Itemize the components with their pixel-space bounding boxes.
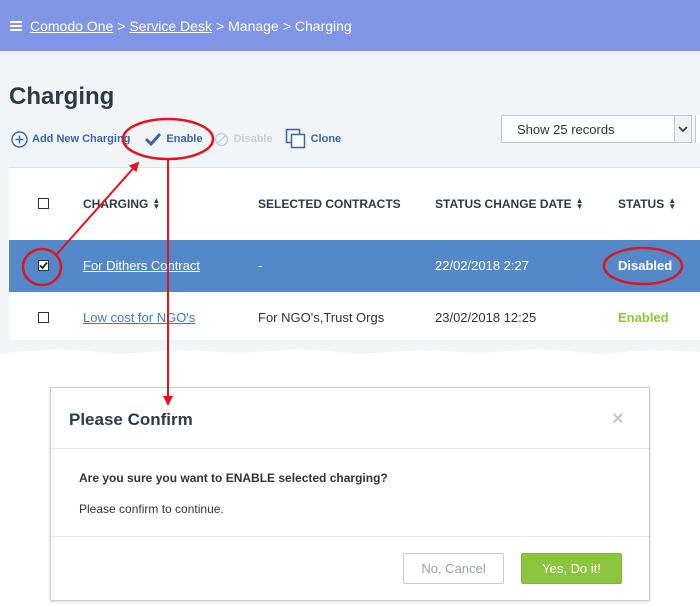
breadcrumb-separator: > (282, 17, 291, 34)
confirm-button[interactable]: Yes, Do it! (521, 553, 622, 584)
select-all-checkbox[interactable] (38, 198, 49, 209)
sort-icon: ▲ ▼ (152, 196, 161, 211)
status-badge: Enabled (618, 310, 669, 325)
breadcrumb-separator: > (117, 17, 126, 34)
status-badge: Disabled (618, 258, 673, 273)
row-checkbox[interactable] (38, 312, 49, 323)
charging-name-link[interactable]: For Dithers Contract (83, 258, 200, 273)
charging-name-link[interactable]: Low cost for NGO's (83, 310, 195, 325)
toolbar: Add New Charging Enable Disable Clone (11, 128, 353, 150)
clone-icon (285, 128, 305, 149)
dialog-header: Please Confirm × (51, 388, 649, 449)
selected-contracts-cell: For NGO's,Trust Orgs (258, 310, 385, 325)
records-select-value: Show 25 records (517, 121, 615, 137)
disable-label: Disable (233, 133, 273, 145)
sort-icon: ▲ ▼ (668, 196, 677, 211)
table-row[interactable]: For Dithers Contract - 22/02/2018 2:27 D… (9, 240, 700, 292)
dialog-footer: No, Cancel Yes, Do it! (51, 536, 649, 602)
check-icon (145, 132, 162, 146)
breadcrumb-manage: Manage (228, 17, 279, 34)
ban-icon (215, 132, 229, 146)
enable-label: Enable (166, 133, 203, 145)
add-new-charging-button[interactable]: Add New Charging (11, 130, 131, 148)
column-label: STATUS (618, 197, 665, 211)
clone-label: Clone (310, 133, 342, 145)
status-change-date-cell: 23/02/2018 12:25 (435, 310, 537, 325)
column-label: SELECTED CONTRACTS (258, 197, 401, 211)
page-content: Charging Add New Charging Enable Disable (0, 51, 700, 354)
dialog-body: Are you sure you want to ENABLE selected… (79, 471, 388, 516)
dialog-subtext: Please confirm to continue. (79, 502, 224, 516)
status-change-date-cell: 22/02/2018 2:27 (435, 258, 529, 273)
column-header-status[interactable]: STATUS ▲ ▼ (618, 196, 677, 212)
selected-contracts-cell: - (258, 258, 263, 273)
column-header-charging[interactable]: CHARGING ▲ ▼ (83, 196, 161, 212)
cancel-button[interactable]: No, Cancel (403, 553, 504, 584)
sort-icon: ▲ ▼ (575, 196, 584, 211)
plus-circle-icon (11, 130, 28, 148)
select-edge (695, 115, 700, 143)
dialog-question: Are you sure you want to ENABLE selected… (79, 471, 388, 485)
column-header-selected-contracts: SELECTED CONTRACTS (258, 197, 401, 211)
column-header-status-change-date[interactable]: STATUS CHANGE DATE ▲ ▼ (435, 196, 584, 212)
column-label: CHARGING (83, 197, 149, 211)
charging-table: CHARGING ▲ ▼ SELECTED CONTRACTS STATUS CH… (9, 167, 700, 354)
breadcrumb-service-desk[interactable]: Service Desk (129, 18, 211, 34)
confirm-dialog: Please Confirm × Are you sure you want t… (50, 387, 650, 601)
page-title: Charging (9, 83, 115, 110)
close-icon[interactable]: × (612, 408, 624, 431)
table-header: CHARGING ▲ ▼ SELECTED CONTRACTS STATUS CH… (9, 168, 700, 240)
menu-icon[interactable] (10, 19, 22, 33)
chevron-down-icon (674, 116, 691, 142)
row-checkbox[interactable] (38, 260, 49, 271)
disable-button[interactable]: Disable (214, 132, 273, 147)
clone-button[interactable]: Clone (285, 128, 342, 150)
breadcrumb-charging: Charging (294, 17, 352, 34)
check-icon (39, 261, 48, 270)
enable-button[interactable]: Enable (144, 132, 202, 146)
add-new-charging-label: Add New Charging (32, 133, 131, 145)
breadcrumb-separator: > (215, 17, 225, 34)
dialog-title: Please Confirm (69, 410, 193, 429)
table-row[interactable]: Low cost for NGO's For NGO's,Trust Orgs … (9, 292, 700, 345)
column-label: STATUS CHANGE DATE (435, 197, 572, 211)
breadcrumb-comodo-one[interactable]: Comodo One (30, 18, 113, 34)
top-bar: Comodo One > Service Desk > Manage > Cha… (0, 0, 700, 51)
records-per-page-select[interactable]: Show 25 records (501, 115, 692, 143)
